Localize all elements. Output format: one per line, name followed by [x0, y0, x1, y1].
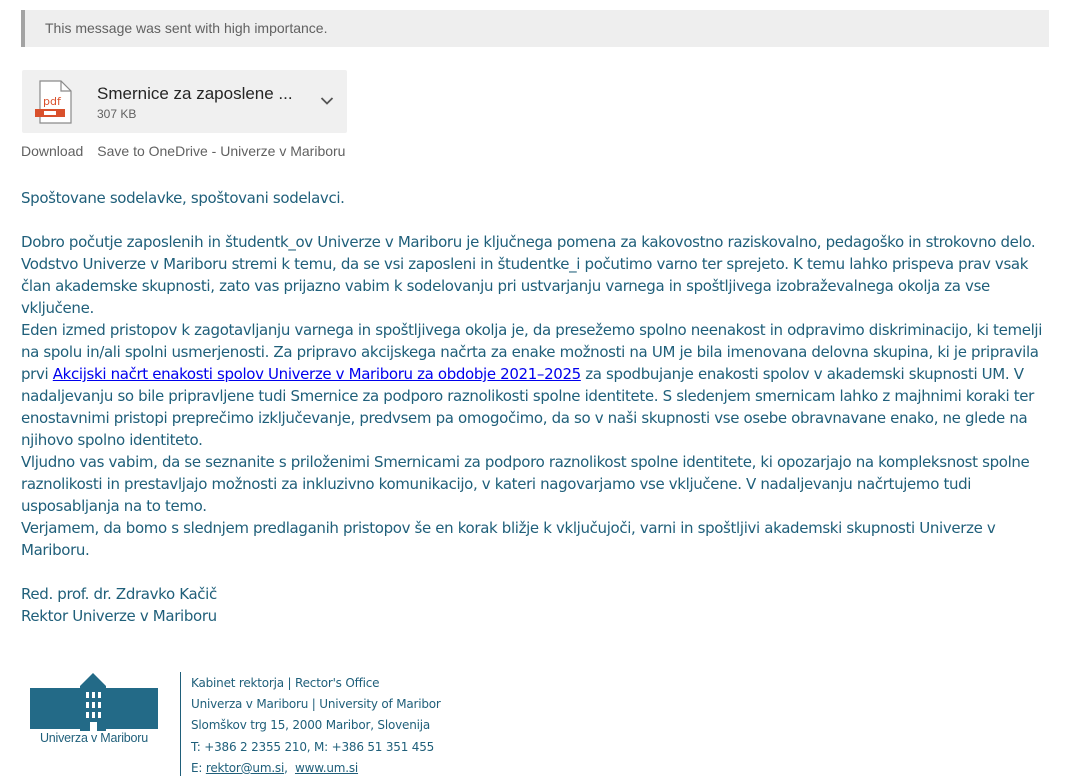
signature-contact: Kabinet rektorja | Rector's Office Unive…: [191, 673, 441, 779]
save-to-onedrive-link[interactable]: Save to OneDrive - Univerze v Mariboru: [97, 143, 345, 159]
email-prefix: E:: [191, 760, 206, 775]
signature-divider: [180, 672, 181, 776]
signature-phones: T: +386 2 2355 210, M: +386 51 351 455: [191, 739, 435, 754]
chevron-down-icon[interactable]: [320, 96, 334, 106]
email-link[interactable]: rektor@um.si: [206, 761, 284, 775]
importance-banner: This message was sent with high importan…: [21, 10, 1049, 47]
download-link[interactable]: Download: [21, 143, 83, 159]
signature-office: Kabinet rektorja | Rector's Office: [191, 676, 380, 690]
sender-name: Red. prof. dr. Zdravko Kačič: [21, 585, 217, 603]
pdf-file-icon: pdf: [35, 80, 72, 124]
greeting: Spoštovane sodelavke, spoštovani sodelav…: [21, 189, 345, 207]
action-plan-link[interactable]: Akcijski načrt enakosti spolov Univerze …: [53, 365, 581, 383]
sender-title: Rektor Univerze v Mariboru: [21, 607, 217, 625]
university-logo-text: Univerza v Mariboru: [39, 731, 149, 745]
message-body: Spoštovane sodelavke, spoštovani sodelav…: [21, 187, 1051, 627]
paragraph-4: Verjamem, da bomo s slednjem predlaganih…: [21, 519, 996, 559]
website-link[interactable]: www.um.si: [295, 761, 358, 775]
paragraph-2: Eden izmed pristopov k zagotavljanju var…: [21, 319, 1051, 451]
attachment-size: 307 KB: [97, 107, 137, 121]
attachment-card[interactable]: pdf Smernice za zaposlene ... 307 KB: [22, 70, 347, 133]
attachment-actions: Download Save to OneDrive - Univerze v Ma…: [21, 143, 345, 159]
pdf-icon-label: pdf: [43, 95, 62, 108]
paragraph-3: Vljudno vas vabim, da se seznanite s pri…: [21, 453, 1030, 515]
signature-address: Slomškov trg 15, 2000 Maribor, Slovenija: [191, 718, 431, 733]
paragraph-1: Dobro počutje zaposlenih in študentk_ov …: [21, 233, 1036, 317]
signature-email-line: E: rektor@um.si, www.um.si: [191, 760, 359, 775]
signature-university: Univerza v Mariboru | University of Mari…: [191, 697, 441, 712]
attachment-name[interactable]: Smernice za zaposlene ...: [97, 84, 293, 104]
